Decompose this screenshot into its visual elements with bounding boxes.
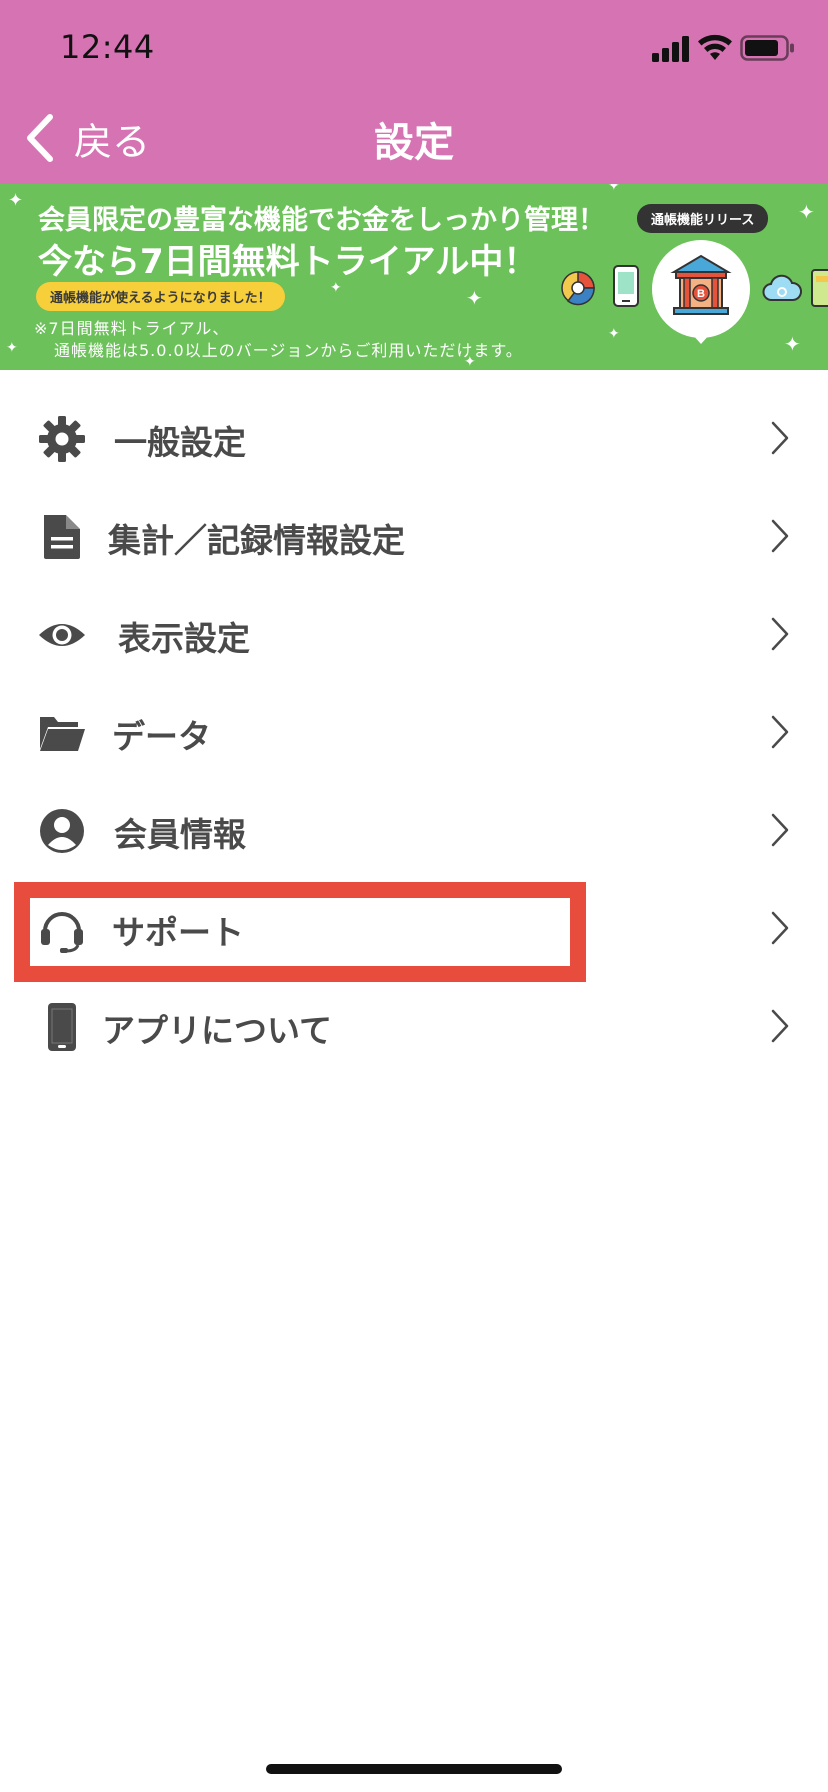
chevron-right-icon: [771, 813, 789, 847]
cloud-icon: [762, 274, 802, 301]
card-icon: [811, 269, 828, 307]
battery-icon: [740, 35, 794, 61]
banner-trial-text: 今なら7日間無料トライアル中！: [38, 242, 538, 282]
banner-headline: 会員限定の豊富な機能でお金をしっかり管理！: [38, 205, 605, 236]
wifi-icon: [698, 34, 732, 60]
chevron-right-icon: [771, 421, 789, 455]
home-indicator: [266, 1764, 562, 1774]
sparkle-icon: ✦: [466, 286, 483, 310]
page-title: 設定: [374, 120, 454, 166]
menu-item-member-info[interactable]: 会員情報: [0, 782, 828, 880]
menu-label: 会員情報: [114, 815, 246, 854]
chevron-right-icon: [771, 617, 789, 651]
phone-icon: [48, 1003, 76, 1051]
status-time: 12:44: [60, 28, 155, 66]
gear-icon: [39, 416, 85, 462]
header: 12:44 戻る 設定: [0, 0, 828, 184]
promo-banner[interactable]: ✦ ✦ ✦ ✦ ✦ ✦ ✦ ✦ ✦ 会員限定の豊富な機能でお金をしっかり管理！ …: [0, 184, 828, 370]
signal-icon: [652, 36, 689, 62]
menu-item-display-settings[interactable]: 表示設定: [0, 586, 828, 684]
document-icon: [44, 515, 80, 559]
chevron-right-icon: [771, 715, 789, 749]
menu-item-general-settings[interactable]: 一般設定: [0, 390, 828, 488]
menu-item-tally-record-settings[interactable]: 集計／記録情報設定: [0, 488, 828, 586]
chevron-right-icon: [771, 519, 789, 553]
menu-item-about-app[interactable]: アプリについて: [0, 978, 828, 1076]
sparkle-icon: ✦: [608, 326, 620, 342]
sparkle-icon: ✦: [8, 190, 24, 211]
folder-icon: [40, 717, 85, 751]
menu-label: データ: [112, 717, 211, 756]
banner-note: ※7日間無料トライアル、 通帳機能は5.0.0以上のバージョンからご利用いただけ…: [34, 318, 523, 362]
phone-app-icon: [613, 265, 639, 307]
banner-feature-pill: 通帳機能が使えるようになりました！: [36, 282, 285, 311]
menu-item-data[interactable]: データ: [0, 684, 828, 782]
bank-icon-letter: B: [697, 288, 705, 300]
support-highlight-box: [14, 882, 586, 982]
bank-badge-tail: [692, 334, 710, 344]
banner-note-line1: ※7日間無料トライアル、: [34, 319, 230, 338]
release-tag: 通帳機能リリース: [637, 204, 769, 233]
sparkle-icon: ✦: [6, 340, 18, 356]
user-circle-icon: [40, 809, 84, 853]
sparkle-icon: ✦: [798, 200, 815, 224]
sparkle-icon: ✦: [608, 184, 620, 194]
eye-icon: [39, 624, 85, 646]
menu-label: アプリについて: [102, 1011, 333, 1050]
menu-label: 一般設定: [114, 423, 246, 462]
menu-label: 表示設定: [118, 619, 250, 658]
sparkle-icon: ✦: [784, 332, 801, 356]
chevron-right-icon: [771, 1009, 789, 1043]
bank-icon: B: [670, 254, 732, 315]
chevron-right-icon: [771, 911, 789, 945]
pie-chart-icon: [561, 271, 595, 306]
banner-note-line2: 通帳機能は5.0.0以上のバージョンからご利用いただけます。: [54, 341, 523, 360]
menu-label: 集計／記録情報設定: [108, 521, 405, 560]
